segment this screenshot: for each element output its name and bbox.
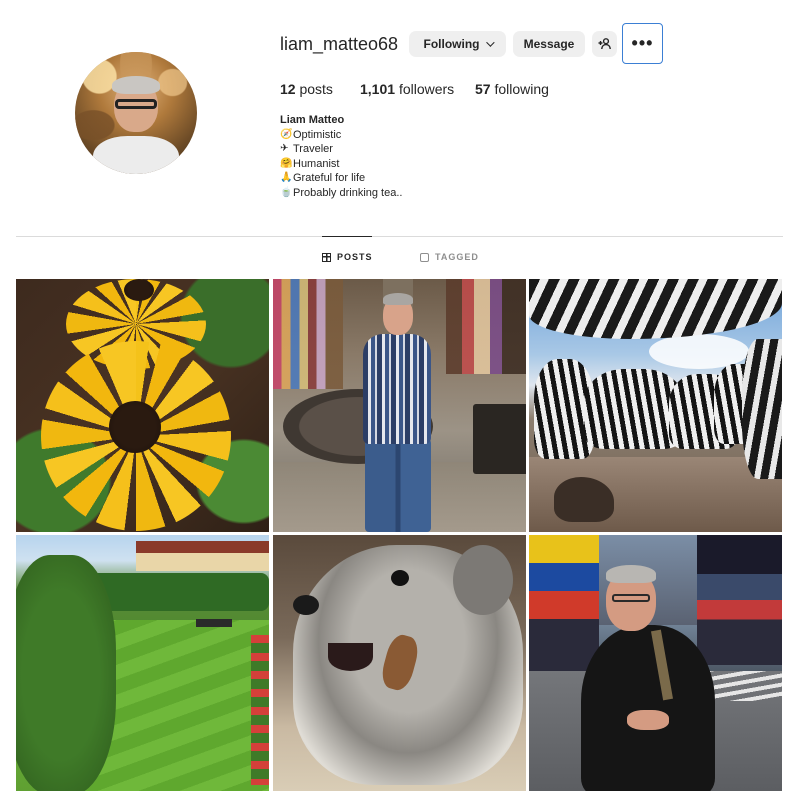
house <box>136 541 269 571</box>
post-thumbnail-dog[interactable] <box>273 535 526 791</box>
post-thumbnail-garden[interactable] <box>16 535 269 791</box>
full-name: Liam Matteo <box>280 114 345 126</box>
username: liam_matteo68 <box>280 34 399 54</box>
dog-mouth <box>328 643 373 671</box>
dog-eye <box>391 570 409 586</box>
bio-line: 🧭 Optimistic <box>280 128 402 143</box>
posts-count: 12 posts <box>280 81 333 97</box>
more-options-icon: ••• <box>631 33 654 53</box>
zebra-foreground <box>529 279 782 339</box>
followers-count-value: 1,101 <box>360 81 396 97</box>
following-button-label: Following <box>423 37 480 51</box>
table <box>473 404 526 474</box>
active-tab-indicator <box>322 236 372 237</box>
chevron-down-icon <box>485 38 495 47</box>
hug-emoji-icon: 🤗 <box>280 157 293 169</box>
billboards <box>529 535 599 675</box>
tab-posts-label: POSTS <box>337 252 373 262</box>
post-thumbnail-times-square[interactable] <box>529 535 782 791</box>
profile-avatar[interactable] <box>75 52 197 174</box>
compass-emoji-icon: 🧭 <box>280 128 293 140</box>
person-glasses <box>612 594 650 602</box>
following-link[interactable]: 57 following <box>475 81 549 97</box>
profile-divider <box>16 236 783 237</box>
post-thumbnail-courtyard[interactable] <box>273 279 526 532</box>
bio-text: Grateful for life <box>293 172 366 185</box>
tree <box>16 555 116 791</box>
bio-line: 🍵 Probably drinking tea.. <box>280 186 402 201</box>
bio-text: Optimistic <box>293 128 342 141</box>
avatar-glasses <box>115 99 157 109</box>
flower-center <box>109 401 161 453</box>
bio-text: Traveler <box>293 143 333 156</box>
bio-line: ✈ Traveler <box>280 142 402 157</box>
bio-line: 🤗 Humanist <box>280 157 402 172</box>
tag-person-icon <box>420 252 429 262</box>
tab-posts[interactable]: POSTS <box>322 252 373 262</box>
posts-count-label: posts <box>299 81 333 97</box>
tab-tagged[interactable]: TAGGED <box>420 252 479 262</box>
posts-count-value: 12 <box>280 81 296 97</box>
person-hair <box>606 565 656 583</box>
zebra-foreground <box>742 339 782 479</box>
flower-center <box>124 279 154 301</box>
following-count-label: following <box>494 81 549 97</box>
message-button-label: Message <box>523 37 575 51</box>
person-hair <box>383 293 413 305</box>
person-shirt <box>363 334 431 444</box>
flower-bed <box>251 635 269 785</box>
followers-count-label: followers <box>398 81 455 97</box>
avatar-shirt <box>93 136 179 174</box>
market-stall <box>446 279 526 374</box>
bench <box>196 619 232 627</box>
praying-hands-emoji-icon: 🙏 <box>280 172 293 184</box>
tab-tagged-label: TAGGED <box>435 252 479 262</box>
suggest-users-button[interactable] <box>592 31 617 57</box>
grid-icon <box>322 252 331 262</box>
market-stall <box>273 279 343 389</box>
person-hands <box>627 710 669 730</box>
add-person-icon <box>598 38 611 50</box>
post-thumbnail-flowers[interactable] <box>16 279 269 532</box>
followers-link[interactable]: 1,101 followers <box>360 81 454 97</box>
post-thumbnail-zebras[interactable] <box>529 279 782 532</box>
more-options-button[interactable]: ••• <box>622 23 663 64</box>
person-jeans <box>365 439 431 532</box>
bio-text: Humanist <box>293 157 340 170</box>
message-button[interactable]: Message <box>513 31 585 57</box>
following-count-value: 57 <box>475 81 491 97</box>
billboards <box>697 535 782 665</box>
person-jacket <box>581 625 715 791</box>
profile-bio: Liam Matteo 🧭 Optimistic ✈ Traveler 🤗 Human… <box>280 113 402 201</box>
dog-ear <box>453 545 513 615</box>
tea-emoji-icon: 🍵 <box>280 186 293 198</box>
bio-line: 🙏 Grateful for life <box>280 171 402 186</box>
following-button[interactable]: Following <box>409 31 506 57</box>
airplane-emoji-icon: ✈ <box>280 143 289 155</box>
avatar-hair <box>112 76 160 94</box>
bio-text: Probably drinking tea.. <box>293 186 403 199</box>
dog-nose <box>293 595 319 615</box>
